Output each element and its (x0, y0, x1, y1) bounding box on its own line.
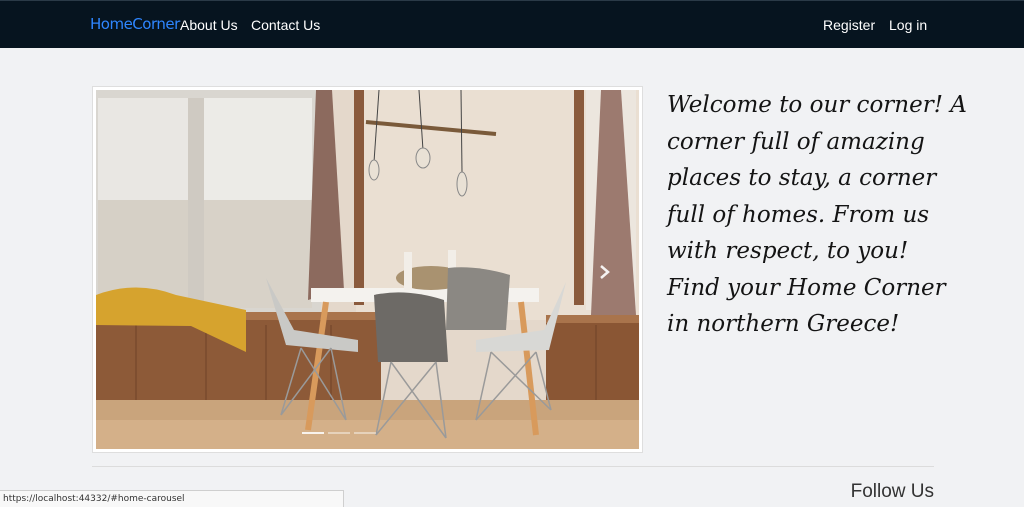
top-navbar: HomeCorner About Us Contact Us Register … (0, 0, 1024, 48)
section-divider (92, 466, 934, 467)
carousel-image (96, 90, 639, 449)
follow-us-heading: Follow Us (850, 481, 934, 502)
nav-about-us[interactable]: About Us (180, 17, 238, 33)
browser-status-url: https://localhost:44332/#home-carousel (0, 490, 344, 507)
home-carousel[interactable] (92, 86, 643, 453)
welcome-message: Welcome to our corner! A corner full of … (667, 92, 967, 337)
nav-contact-us[interactable]: Contact Us (251, 17, 320, 33)
brand-logo-link[interactable]: HomeCorner (90, 15, 180, 33)
nav-register[interactable]: Register (823, 17, 875, 33)
main-content: Welcome to our corner! A corner full of … (0, 48, 1024, 507)
nav-login[interactable]: Log in (889, 17, 927, 33)
